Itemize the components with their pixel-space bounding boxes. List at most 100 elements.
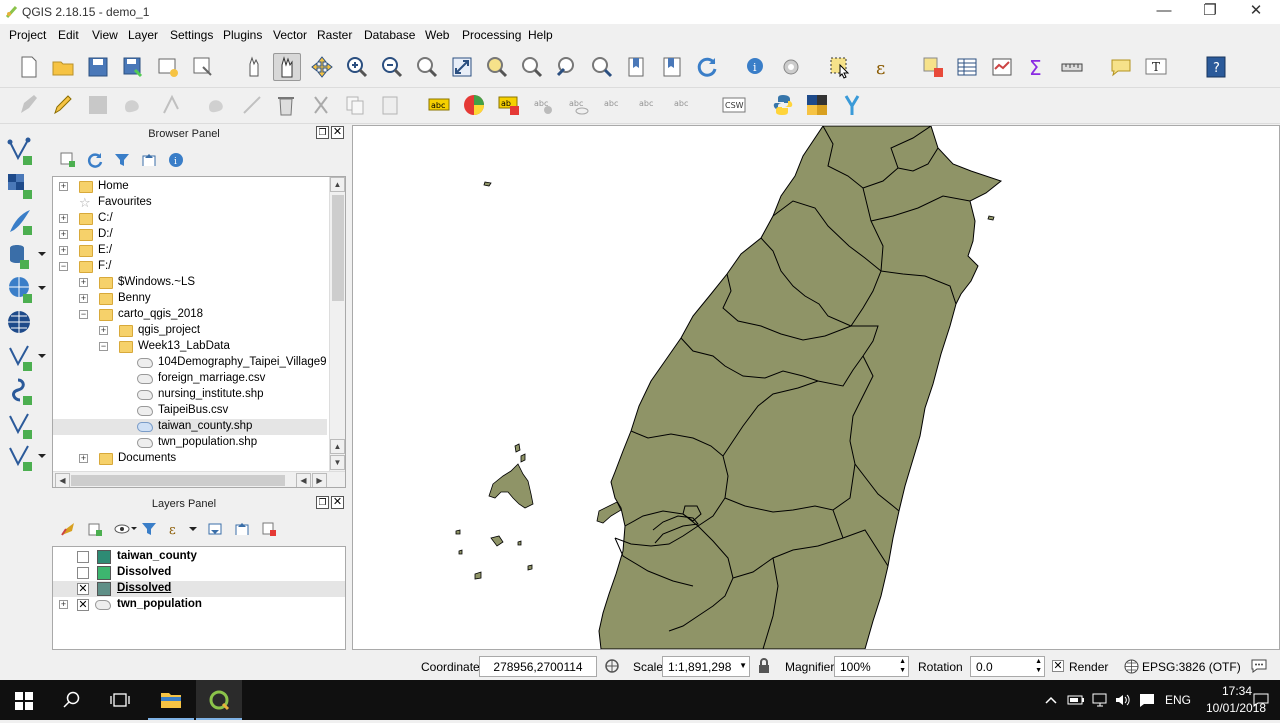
volume-icon[interactable] [1114, 692, 1132, 708]
menu-database[interactable]: Database [364, 28, 415, 42]
deselect-all-icon[interactable] [919, 53, 947, 81]
tree-item-selected[interactable]: taiwan_county.shp [53, 419, 327, 435]
plugin-vector-icon[interactable] [838, 91, 866, 119]
add-wms-layer-icon[interactable] [6, 274, 46, 304]
add-spatialite-layer-icon[interactable] [6, 376, 36, 406]
input-language[interactable]: ENG [1165, 693, 1191, 707]
tree-item[interactable]: nursing_institute.shp [53, 387, 327, 403]
show-bookmarks-icon[interactable] [658, 53, 686, 81]
rotate-label-icon[interactable]: abc [635, 91, 663, 119]
tree-item[interactable]: − Week13_LabData [53, 339, 327, 355]
remove-layer-icon[interactable] [261, 521, 277, 537]
collapse-all-layers-icon[interactable] [234, 521, 250, 537]
select-by-expression-icon[interactable]: ε [871, 53, 899, 81]
menu-vector[interactable]: Vector [273, 28, 307, 42]
measure-line-icon[interactable] [1058, 53, 1086, 81]
add-raster-layer-icon[interactable] [6, 170, 36, 200]
menu-raster[interactable]: Raster [317, 28, 352, 42]
tree-item[interactable]: + C:/ [53, 211, 327, 227]
save-as-icon[interactable] [119, 53, 147, 81]
search-icon[interactable] [63, 691, 81, 709]
clock-time[interactable]: 17:34 [1222, 684, 1252, 698]
rotation-spinbox[interactable]: 0.0 ▲ ▼ [970, 656, 1045, 677]
crs-globe-icon[interactable] [1124, 659, 1139, 674]
browser-horizontal-scrollbar[interactable]: ◀ ◀ ▶ [53, 471, 345, 487]
action-center-icon[interactable] [1138, 692, 1156, 708]
map-tips-icon[interactable] [1107, 53, 1135, 81]
identify-features-icon[interactable]: i [742, 53, 770, 81]
select-features-icon[interactable] [826, 53, 854, 81]
pan-map-icon[interactable] [240, 53, 268, 81]
add-mssql-layer-icon[interactable] [6, 410, 36, 440]
tree-item[interactable]: + Home [53, 179, 327, 195]
collapse-all-icon[interactable] [141, 152, 157, 168]
tree-item[interactable]: 104Demography_Taipei_Village97.sl [53, 355, 327, 371]
pan-hand-icon[interactable] [273, 53, 301, 81]
menu-processing[interactable]: Processing [462, 28, 521, 42]
messages-icon[interactable] [1250, 658, 1268, 674]
close-panel-button[interactable]: ✕ [331, 126, 344, 139]
attribute-table-icon[interactable] [953, 53, 981, 81]
new-shapefile-layer-icon[interactable] [6, 442, 46, 472]
menu-settings[interactable]: Settings [170, 28, 213, 42]
spin-arrows-icon[interactable]: ▲ ▼ [1035, 657, 1042, 675]
menu-web[interactable]: Web [425, 28, 449, 42]
layer-item[interactable]: taiwan_county [53, 549, 345, 565]
current-edits-icon[interactable] [15, 91, 43, 119]
tree-item[interactable]: − carto_qgis_2018 [53, 307, 327, 323]
tree-item[interactable]: ☆ Favourites [53, 195, 327, 211]
node-edit-icon[interactable] [238, 91, 266, 119]
statistical-summary-icon[interactable]: Σ [1023, 53, 1051, 81]
close-window-button[interactable]: ✕ [1233, 0, 1279, 24]
magnifier-spinbox[interactable]: 100% ▲ ▼ [834, 656, 909, 677]
add-delimited-text-icon[interactable] [6, 206, 36, 236]
add-feature-icon[interactable] [119, 91, 147, 119]
minimize-button[interactable]: — [1141, 0, 1187, 24]
file-explorer-taskbar-button[interactable] [148, 680, 194, 720]
open-project-icon[interactable] [49, 53, 77, 81]
maximize-button[interactable]: ❐ [1187, 0, 1233, 24]
tree-item[interactable]: + E:/ [53, 243, 327, 259]
menu-plugins[interactable]: Plugins [223, 28, 262, 42]
show-hidden-icons-icon[interactable] [1044, 693, 1058, 707]
add-postgis-layer-icon[interactable] [6, 240, 46, 270]
coordinate-field[interactable]: 278956,2700114 [479, 656, 597, 677]
add-group-icon[interactable] [87, 521, 103, 537]
layer-visibility-checkbox[interactable] [77, 551, 89, 563]
layer-visibility-checkbox[interactable]: ✕ [77, 599, 89, 611]
cut-features-icon[interactable] [307, 91, 335, 119]
menu-layer[interactable]: Layer [128, 28, 158, 42]
new-project-icon[interactable] [15, 53, 43, 81]
tree-item[interactable]: + $Windows.~LS [53, 275, 327, 291]
refresh-browser-icon[interactable] [87, 152, 103, 168]
float-panel-button[interactable]: ❐ [316, 126, 329, 139]
menu-view[interactable]: View [92, 28, 118, 42]
pan-to-selection-icon[interactable] [308, 53, 336, 81]
node-tool-icon[interactable] [158, 91, 186, 119]
add-wfs-layer-icon[interactable] [6, 342, 46, 372]
move-label-icon[interactable]: abc [600, 91, 628, 119]
tree-item[interactable]: twn_population.shp [53, 435, 327, 451]
field-calculator-icon[interactable] [988, 53, 1016, 81]
delete-selected-icon[interactable] [272, 91, 300, 119]
expand-all-icon[interactable] [207, 521, 223, 537]
map-canvas[interactable] [352, 125, 1280, 650]
filter-legend-icon[interactable] [141, 521, 157, 537]
layer-visibility-checkbox[interactable]: ✕ [77, 583, 89, 595]
paste-features-icon[interactable] [376, 91, 404, 119]
run-feature-action-icon[interactable] [777, 53, 805, 81]
qgis-taskbar-button[interactable] [196, 680, 242, 720]
save-project-icon[interactable] [84, 53, 112, 81]
layer-labeling-icon[interactable]: abc [425, 91, 453, 119]
notifications-icon[interactable] [1253, 693, 1269, 707]
zoom-full-icon[interactable] [448, 53, 476, 81]
network-icon[interactable] [1091, 692, 1109, 708]
close-layers-panel-button[interactable]: ✕ [331, 496, 344, 509]
layer-item-selected[interactable]: ✕ Dissolved [53, 581, 345, 597]
layer-visibility-checkbox[interactable] [77, 567, 89, 579]
tree-item[interactable]: + qgis_project [53, 323, 327, 339]
zoom-out-icon[interactable] [378, 53, 406, 81]
filter-browser-icon[interactable] [114, 152, 130, 168]
menu-help[interactable]: Help [528, 28, 553, 42]
copy-features-icon[interactable] [341, 91, 369, 119]
